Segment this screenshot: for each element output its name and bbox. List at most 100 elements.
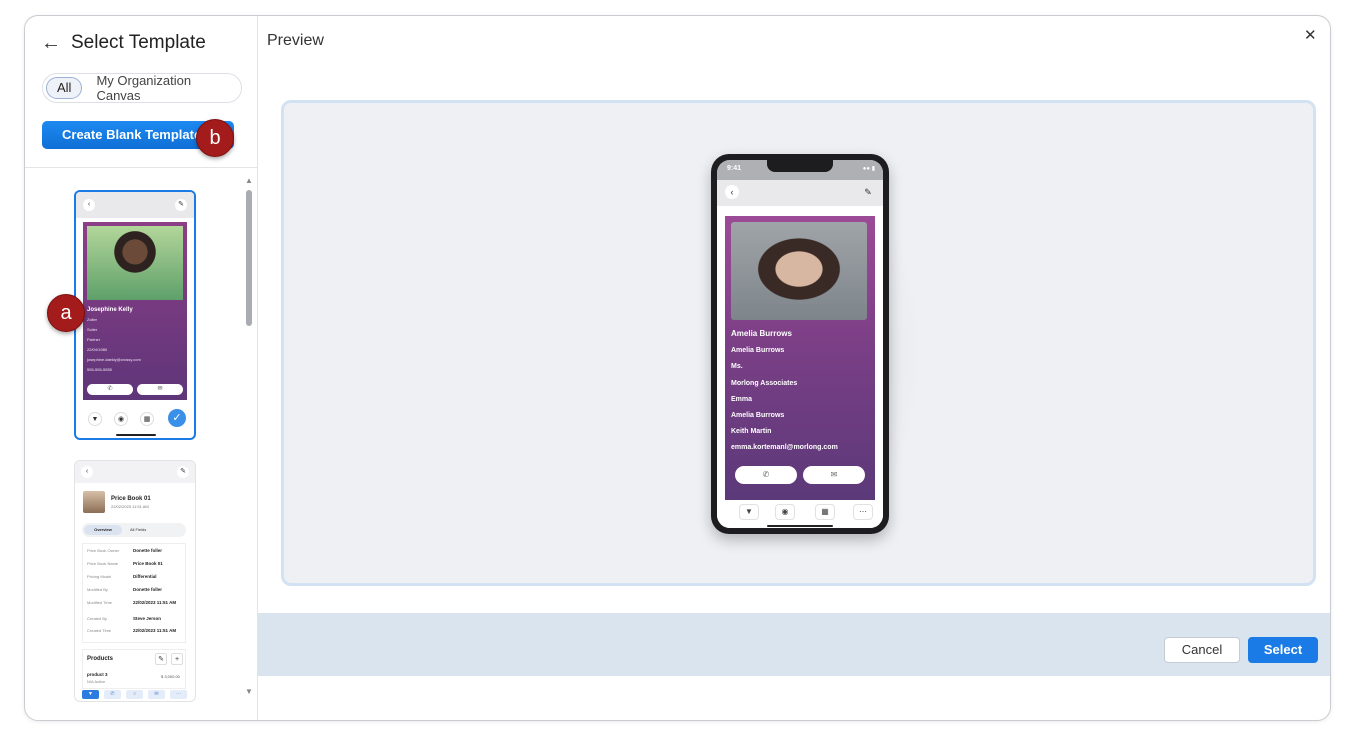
mini-trophy-icon: ▼ (82, 690, 99, 699)
contact-name: Josephine Kelly (87, 307, 133, 313)
mini-phone-pill: ✆ (87, 384, 133, 395)
field-row: Created Time 22/02/2023 11:51 AM (87, 628, 177, 633)
template-card-contact[interactable]: ‹ ✎ Josephine Kelly Zoller Soller Partne… (74, 190, 196, 440)
field-row: Modified By Donette foller (87, 587, 163, 592)
field-row: Price Book Owner Donette foller (87, 548, 163, 553)
template-list-scrollbar[interactable]: ▲ ▼ (244, 176, 254, 696)
contact-line: 555-555-5555 (87, 367, 112, 372)
product-name: product 3 (87, 672, 108, 677)
preview-photo (731, 222, 867, 320)
phone-back-icon: ‹ (725, 185, 739, 199)
home-indicator (767, 525, 833, 527)
template-sidebar: ← Select Template All My Organization Ca… (25, 16, 258, 720)
mini-home-indicator (116, 434, 156, 436)
price-book-header: Price Book 01 22/02/2023 11:51 AM (83, 491, 151, 513)
template-filter: All My Organization Canvas (42, 73, 242, 103)
contact-line: 22/04/1980 (87, 347, 108, 352)
dialog-title: Select Template (71, 32, 206, 53)
preview-line: Amelia Burrows (731, 347, 785, 354)
scroll-thumb[interactable] (246, 190, 252, 326)
mini-edit-icon: ✎ (175, 199, 187, 211)
preview-line: Amelia Burrows (731, 412, 785, 419)
preview-line: Keith Martin (731, 428, 772, 435)
template-card-price-book[interactable]: ‹ ✎ Price Book 01 22/02/2023 11:51 AM Ov… (74, 460, 196, 702)
mini-back-icon: ‹ (83, 199, 95, 211)
preview-canvas: 9:41 ●● ▮ ‹ ✎ Amelia Burrows Amelia Burr… (281, 100, 1316, 586)
contact-line: Zoller (87, 317, 98, 322)
mini-navbar: ‹ ✎ (75, 461, 195, 483)
products-title: Products (87, 656, 114, 662)
mini-book-icon: ▦ (140, 412, 154, 426)
back-arrow-icon[interactable]: ← (41, 33, 61, 53)
mini-tabbar: ▼ ◉ ▦ ✓ (76, 406, 194, 438)
preview-line: emma.kortemanl@morlong.com (731, 444, 838, 451)
price-book-date: 22/02/2023 11:51 AM (111, 503, 149, 509)
more-icon: ⋯ (853, 504, 873, 520)
product-status: N/A Active (87, 679, 106, 684)
select-template-dialog: ← Select Template All My Organization Ca… (24, 15, 1331, 721)
tab-overview: Overview (84, 525, 122, 535)
mini-mail-icon: ✉ (148, 690, 165, 699)
divider (25, 167, 258, 168)
signal-battery-icon: ●● ▮ (862, 166, 875, 172)
phone-notch (767, 160, 833, 172)
filter-all[interactable]: All (46, 77, 83, 99)
preview-line: Emma (731, 396, 753, 403)
mail-pill: ✉ (803, 466, 865, 484)
book-icon: ▦ (815, 504, 835, 520)
contact-photo (87, 226, 183, 300)
mini-edit-icon: ✎ (177, 466, 189, 478)
status-bar: 9:41 ●● ▮ (717, 160, 883, 180)
scroll-down-icon[interactable]: ▼ (245, 687, 253, 696)
price-book-title: Price Book 01 (111, 495, 151, 502)
select-button[interactable]: Select (1248, 637, 1318, 663)
status-time: 9:41 (727, 165, 742, 172)
annotation-marker-b: b (196, 119, 234, 157)
annotation-marker-a: a (47, 294, 85, 332)
dialog-footer: Cancel Select (258, 613, 1330, 676)
price-book-tabs: Overview All Fields (82, 523, 186, 537)
product-price: $ 3,000.00 (161, 674, 180, 679)
filter-my-organization-canvas[interactable]: My Organization Canvas (96, 73, 238, 103)
cancel-button[interactable]: Cancel (1164, 637, 1240, 663)
close-icon[interactable]: ✕ (1304, 26, 1317, 44)
scroll-up-icon[interactable]: ▲ (245, 176, 253, 185)
contact-line: Partner (87, 337, 101, 342)
mini-phone-icon: ✆ (104, 690, 121, 699)
preview-contact-card: Amelia Burrows Amelia Burrows Ms. Morlon… (725, 216, 875, 500)
mini-contact-card: Josephine Kelly Zoller Soller Partner 22… (83, 222, 187, 400)
field-row: Pricing Model Differential (87, 574, 157, 579)
field-row: Created By Steve Jerson (87, 616, 162, 621)
phone-call-pill: ✆ (735, 466, 797, 484)
phone-screen: 9:41 ●● ▮ ‹ ✎ Amelia Burrows Amelia Burr… (717, 160, 883, 528)
trophy-icon: ▼ (739, 504, 759, 520)
preview-title: Preview (267, 32, 324, 49)
products-section: Products ✎ + product 3 N/A Active $ 3,00… (82, 649, 186, 689)
price-book-fields: Price Book Owner Donette foller Price Boo… (82, 543, 186, 643)
price-book-thumbnail (83, 491, 105, 513)
phone-edit-icon: ✎ (864, 187, 872, 197)
mini-back-icon: ‹ (81, 466, 93, 478)
tab-all-fields: All Fields (130, 527, 147, 532)
mini-shield-icon: ◉ (114, 412, 128, 426)
field-row: Modified Time 22/02/2023 11:51 AM (87, 600, 177, 605)
selected-check-icon: ✓ (168, 409, 186, 427)
contact-line: Soller (87, 327, 98, 332)
preview-name: Amelia Burrows (731, 329, 792, 338)
preview-line: Morlong Associates (731, 380, 798, 387)
field-row: Price Book Name Price Book 01 (87, 561, 163, 566)
mini-navbar: ‹ ✎ (76, 192, 194, 218)
preview-line: Ms. (731, 363, 743, 370)
mini-trophy-icon: ▼ (88, 412, 102, 426)
mini-tabbar: ▼ ✆ ○ ✉ ⋯ (82, 690, 187, 699)
title-row: ← Select Template (41, 32, 206, 54)
mini-mail-pill: ✉ (137, 384, 183, 395)
contact-line: josephine.daekly@crossy.com (87, 357, 141, 362)
phone-navbar: ‹ ✎ (717, 180, 883, 206)
mini-add-icon: + (171, 653, 183, 665)
phone-mockup: 9:41 ●● ▮ ‹ ✎ Amelia Burrows Amelia Burr… (711, 154, 889, 534)
phone-tabbar: ▼ ◉ ▦ ⋯ (717, 500, 883, 528)
mini-chat-icon: ○ (126, 690, 143, 699)
mini-edit-icon: ✎ (155, 653, 167, 665)
shield-icon: ◉ (775, 504, 795, 520)
